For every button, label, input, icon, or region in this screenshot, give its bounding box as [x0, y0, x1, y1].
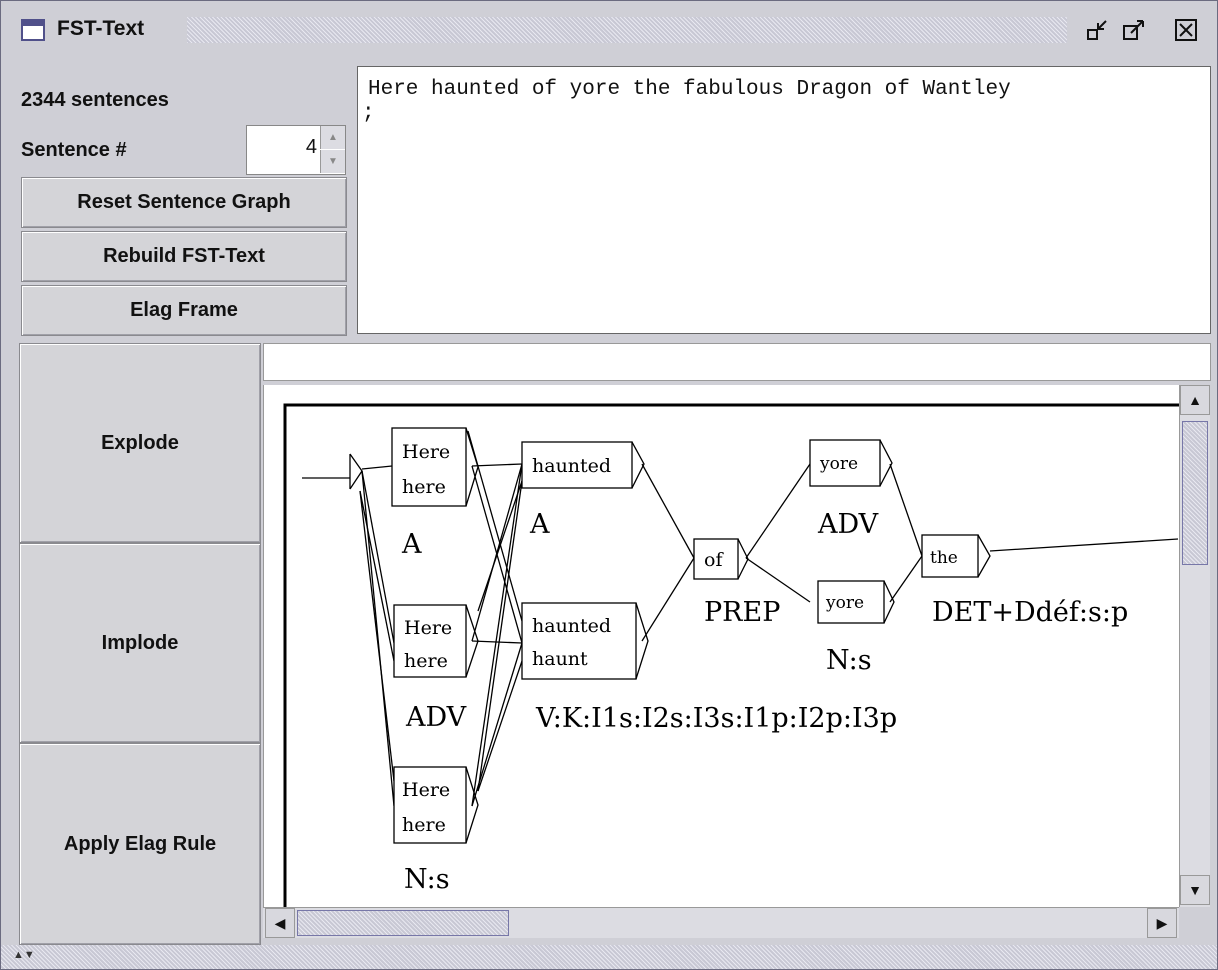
haunted-v-tag: V:K:I1s:I2s:I3s:I1p:I2p:I3p [535, 703, 897, 734]
here-ns-lemma: here [402, 814, 446, 836]
sentence-text-area[interactable]: Here haunted of yore the fabulous Dragon… [357, 66, 1211, 334]
spinner-down-icon[interactable]: ▼ [320, 150, 345, 173]
vertical-scroll-thumb[interactable] [1182, 421, 1208, 565]
resize-grip-bar[interactable]: ▲▼ [1, 945, 1217, 969]
of-word: of [704, 549, 724, 571]
scroll-left-icon[interactable]: ◀ [265, 908, 295, 938]
rebuild-fst-text-button[interactable]: Rebuild FST-Text [21, 231, 347, 282]
scroll-up-icon[interactable]: ▲ [1180, 385, 1210, 415]
haunted-a-tag: A [529, 509, 550, 540]
explode-button[interactable]: Explode [19, 343, 261, 543]
spinner-up-icon[interactable]: ▲ [320, 126, 345, 149]
here-adv-tag: ADV [405, 702, 467, 733]
implode-button[interactable]: Implode [19, 543, 261, 743]
sentence-text-line: Here haunted of yore the fabulous Dragon… [368, 78, 1011, 101]
the-tag: DET+Ddéf:s:p [932, 597, 1128, 628]
vertical-scrollbar[interactable]: ▲ ▼ [1179, 385, 1210, 907]
yore-ns-word: yore [825, 593, 864, 613]
close-icon[interactable] [1173, 17, 1199, 43]
apply-elag-rule-button[interactable]: Apply Elag Rule [19, 743, 261, 945]
elag-frame-button[interactable]: Elag Frame [21, 285, 347, 336]
here-a-lemma: here [402, 476, 446, 498]
yore-adv-tag: ADV [817, 509, 879, 540]
graph-info-field[interactable] [263, 343, 1211, 381]
sentence-text-line: ; [362, 102, 375, 125]
the-word: the [930, 548, 958, 568]
here-adv-word: Here [404, 617, 452, 639]
here-ns-word: Here [402, 779, 450, 801]
window-title: FST-Text [57, 17, 145, 40]
haunted-v-word: haunted [532, 615, 611, 637]
haunted-a-word: haunted [532, 455, 611, 477]
reset-sentence-graph-button[interactable]: Reset Sentence Graph [21, 177, 347, 228]
yore-adv-word: yore [819, 454, 858, 474]
here-a-word: Here [402, 441, 450, 463]
maximize-icon[interactable] [1121, 17, 1147, 43]
sentence-number-label: Sentence # [21, 139, 127, 161]
scroll-right-icon[interactable]: ▶ [1147, 908, 1177, 938]
sentence-graph-canvas[interactable]: Here here Here here Here here haunted ha… [263, 385, 1180, 907]
sentence-number-spinner[interactable]: 4 ▲ ▼ [246, 125, 346, 175]
title-bar-grip[interactable] [187, 17, 1067, 43]
yore-ns-tag: N:s [826, 645, 872, 676]
title-bar[interactable]: FST-Text [1, 1, 1217, 53]
here-a-tag: A [401, 529, 422, 560]
sentence-number-value[interactable]: 4 [306, 136, 317, 159]
sentence-count: 2344 sentences [21, 89, 169, 111]
fst-text-window: FST-Text 2344 sentences Sentence # 4 ▲ ▼… [0, 0, 1218, 970]
minimize-icon[interactable] [1085, 17, 1111, 43]
of-tag: PREP [704, 597, 780, 628]
expand-collapse-icon[interactable]: ▲▼ [13, 949, 35, 961]
window-icon [21, 19, 45, 41]
scroll-down-icon[interactable]: ▼ [1180, 875, 1210, 905]
here-ns-tag: N:s [404, 864, 450, 895]
here-adv-lemma: here [404, 650, 448, 672]
horizontal-scrollbar[interactable]: ◀ ▶ [263, 907, 1179, 938]
haunted-v-lemma: haunt [532, 648, 588, 670]
horizontal-scroll-thumb[interactable] [297, 910, 509, 936]
